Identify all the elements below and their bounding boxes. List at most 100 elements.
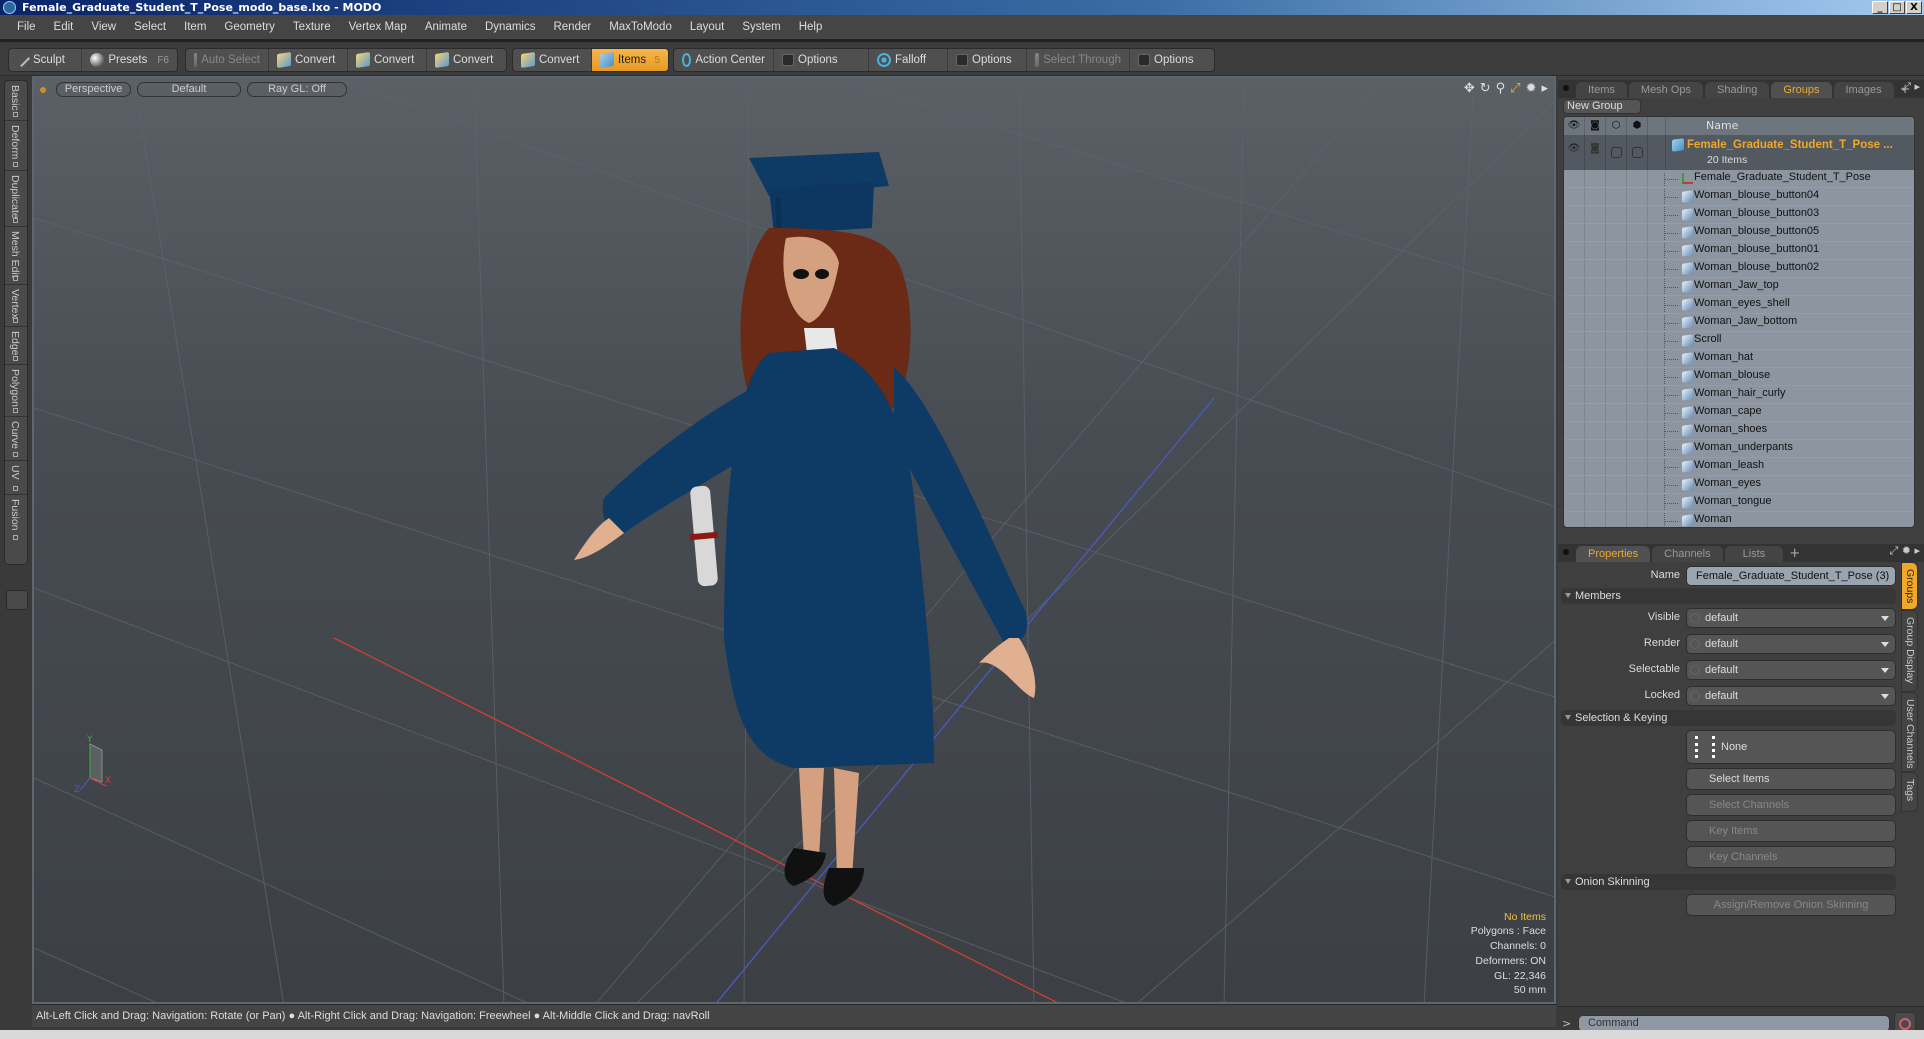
tree-item-toggle-cell[interactable]: [1585, 350, 1606, 367]
tree-item-toggle-cell[interactable]: [1627, 512, 1648, 527]
tree-item-toggle-cell[interactable]: [1627, 404, 1648, 421]
group-render-icon[interactable]: ◙: [1585, 135, 1606, 170]
menu-file[interactable]: File: [8, 21, 45, 33]
tree-item-toggle-cell[interactable]: [1585, 404, 1606, 421]
tree-item-toggle-cell[interactable]: [1585, 386, 1606, 403]
tree-item-toggle-cell[interactable]: [1585, 242, 1606, 259]
tree-item-toggle-cell[interactable]: [1585, 422, 1606, 439]
tab-channels[interactable]: Channels: [1652, 546, 1723, 562]
lock-column-icon[interactable]: ⬢: [1627, 117, 1648, 135]
maximize-button[interactable]: □: [1889, 1, 1905, 14]
tree-item-toggle-cell[interactable]: [1564, 278, 1585, 295]
tree-item-toggle-cell[interactable]: [1585, 260, 1606, 277]
tree-item-toggle-cell[interactable]: [1564, 296, 1585, 313]
tree-item-toggle-cell[interactable]: [1585, 368, 1606, 385]
tree-item-toggle-cell[interactable]: [1627, 170, 1648, 187]
menu-dynamics[interactable]: Dynamics: [476, 21, 544, 33]
rotate-icon[interactable]: ↻: [1480, 81, 1491, 96]
tree-item-toggle-cell[interactable]: [1585, 224, 1606, 241]
locked-dropdown[interactable]: default: [1686, 686, 1896, 706]
add-tab-icon[interactable]: +: [1785, 546, 1804, 562]
new-group-button[interactable]: New Group: [1563, 99, 1641, 114]
menu-system[interactable]: System: [733, 21, 789, 33]
tree-item-toggle-cell[interactable]: [1627, 314, 1648, 331]
tab-mesh-ops[interactable]: Mesh Ops: [1628, 82, 1704, 98]
selection-keying-section[interactable]: Selection & Keying: [1561, 710, 1896, 726]
tree-item-toggle-cell[interactable]: [1627, 242, 1648, 259]
tab-deform[interactable]: Deform: [5, 121, 27, 171]
tree-item-toggle-cell[interactable]: [1564, 494, 1585, 511]
tree-item-toggle-cell[interactable]: [1585, 476, 1606, 493]
tree-item-toggle-cell[interactable]: [1585, 206, 1606, 223]
tab-images[interactable]: Images: [1833, 82, 1894, 98]
tree-item-toggle-cell[interactable]: [1606, 512, 1627, 527]
tree-item-toggle-cell[interactable]: [1585, 188, 1606, 205]
tab-lists[interactable]: Lists: [1724, 546, 1784, 562]
group-lock-toggle[interactable]: [1627, 135, 1648, 170]
tree-item-toggle-cell[interactable]: [1564, 512, 1585, 527]
close-button[interactable]: X: [1906, 1, 1922, 14]
menu-texture[interactable]: Texture: [284, 21, 340, 33]
tree-item-row[interactable]: Woman_blouse_button03: [1564, 206, 1914, 224]
convert-items-button[interactable]: Convert: [513, 49, 592, 71]
tree-item-toggle-cell[interactable]: [1627, 278, 1648, 295]
tree-item-toggle-cell[interactable]: [1564, 206, 1585, 223]
tree-item-row[interactable]: Woman_blouse_button01: [1564, 242, 1914, 260]
tab-fusion[interactable]: Fusion: [5, 495, 27, 543]
key-items-button[interactable]: Key Items: [1686, 820, 1896, 842]
tree-item-toggle-cell[interactable]: [1585, 440, 1606, 457]
tree-item-toggle-cell[interactable]: [1606, 422, 1627, 439]
tree-item-toggle-cell[interactable]: [1564, 350, 1585, 367]
tree-item-toggle-cell[interactable]: [1585, 296, 1606, 313]
tree-item-toggle-cell[interactable]: [1564, 476, 1585, 493]
tree-item-row[interactable]: Woman_Jaw_bottom: [1564, 314, 1914, 332]
tree-item-toggle-cell[interactable]: [1606, 332, 1627, 349]
auto-select-button[interactable]: Auto Select: [186, 49, 269, 71]
menu-vertex-map[interactable]: Vertex Map: [340, 21, 416, 33]
tree-item-toggle-cell[interactable]: [1564, 332, 1585, 349]
panel-menu-dot[interactable]: [1563, 85, 1569, 91]
menu-layout[interactable]: Layout: [681, 21, 734, 33]
tree-item-toggle-cell[interactable]: [1564, 314, 1585, 331]
tree-item-toggle-cell[interactable]: [1627, 368, 1648, 385]
tab-basic[interactable]: Basic: [5, 81, 27, 121]
tree-item-toggle-cell[interactable]: [1627, 440, 1648, 457]
tab-items[interactable]: Items: [1576, 82, 1627, 98]
hierarchy-dropdown[interactable]: None: [1686, 730, 1896, 764]
visibility-column-icon[interactable]: 👁: [1564, 117, 1585, 135]
tree-item-toggle-cell[interactable]: [1606, 224, 1627, 241]
pan-icon[interactable]: ✥: [1464, 81, 1475, 96]
tree-item-toggle-cell[interactable]: [1585, 458, 1606, 475]
tab-edge[interactable]: Edge: [5, 327, 27, 365]
tree-item-toggle-cell[interactable]: [1606, 170, 1627, 187]
tree-item-toggle-cell[interactable]: [1627, 260, 1648, 277]
falloff-options-button[interactable]: Options: [948, 49, 1027, 71]
tab-uv[interactable]: UV: [5, 461, 27, 495]
onion-skinning-button[interactable]: Assign/Remove Onion Skinning: [1686, 894, 1896, 916]
tab-polygon[interactable]: Polygon: [5, 365, 27, 417]
falloff-button[interactable]: Falloff: [869, 49, 948, 71]
tree-item-toggle-cell[interactable]: [1606, 242, 1627, 259]
tree-item-row[interactable]: Woman_hair_curly: [1564, 386, 1914, 404]
tree-item-row[interactable]: Woman_blouse_button05: [1564, 224, 1914, 242]
tree-item-row[interactable]: Woman_tongue: [1564, 494, 1914, 512]
maximize-viewport-icon[interactable]: ⤢: [1510, 81, 1520, 96]
tree-item-toggle-cell[interactable]: [1564, 224, 1585, 241]
tree-item-row[interactable]: Woman_blouse_button04: [1564, 188, 1914, 206]
menu-edit[interactable]: Edit: [45, 21, 83, 33]
zoom-icon[interactable]: ⚲: [1496, 81, 1506, 96]
action-center-button[interactable]: Action Center: [674, 49, 774, 71]
shading-selector[interactable]: Default: [137, 82, 241, 97]
tree-item-toggle-cell[interactable]: [1564, 440, 1585, 457]
tree-item-row[interactable]: Woman_Jaw_top: [1564, 278, 1914, 296]
items-mode-button[interactable]: Items 5: [591, 49, 668, 71]
tree-item-toggle-cell[interactable]: [1564, 188, 1585, 205]
tree-item-toggle-cell[interactable]: [1606, 494, 1627, 511]
tree-item-toggle-cell[interactable]: [1564, 404, 1585, 421]
side-tab-user-channels[interactable]: User Channels: [1901, 692, 1918, 772]
tree-item-toggle-cell[interactable]: [1627, 476, 1648, 493]
tree-item-toggle-cell[interactable]: [1627, 224, 1648, 241]
tree-item-row[interactable]: Woman: [1564, 512, 1914, 527]
menu-item[interactable]: Item: [175, 21, 215, 33]
tree-item-toggle-cell[interactable]: [1564, 422, 1585, 439]
